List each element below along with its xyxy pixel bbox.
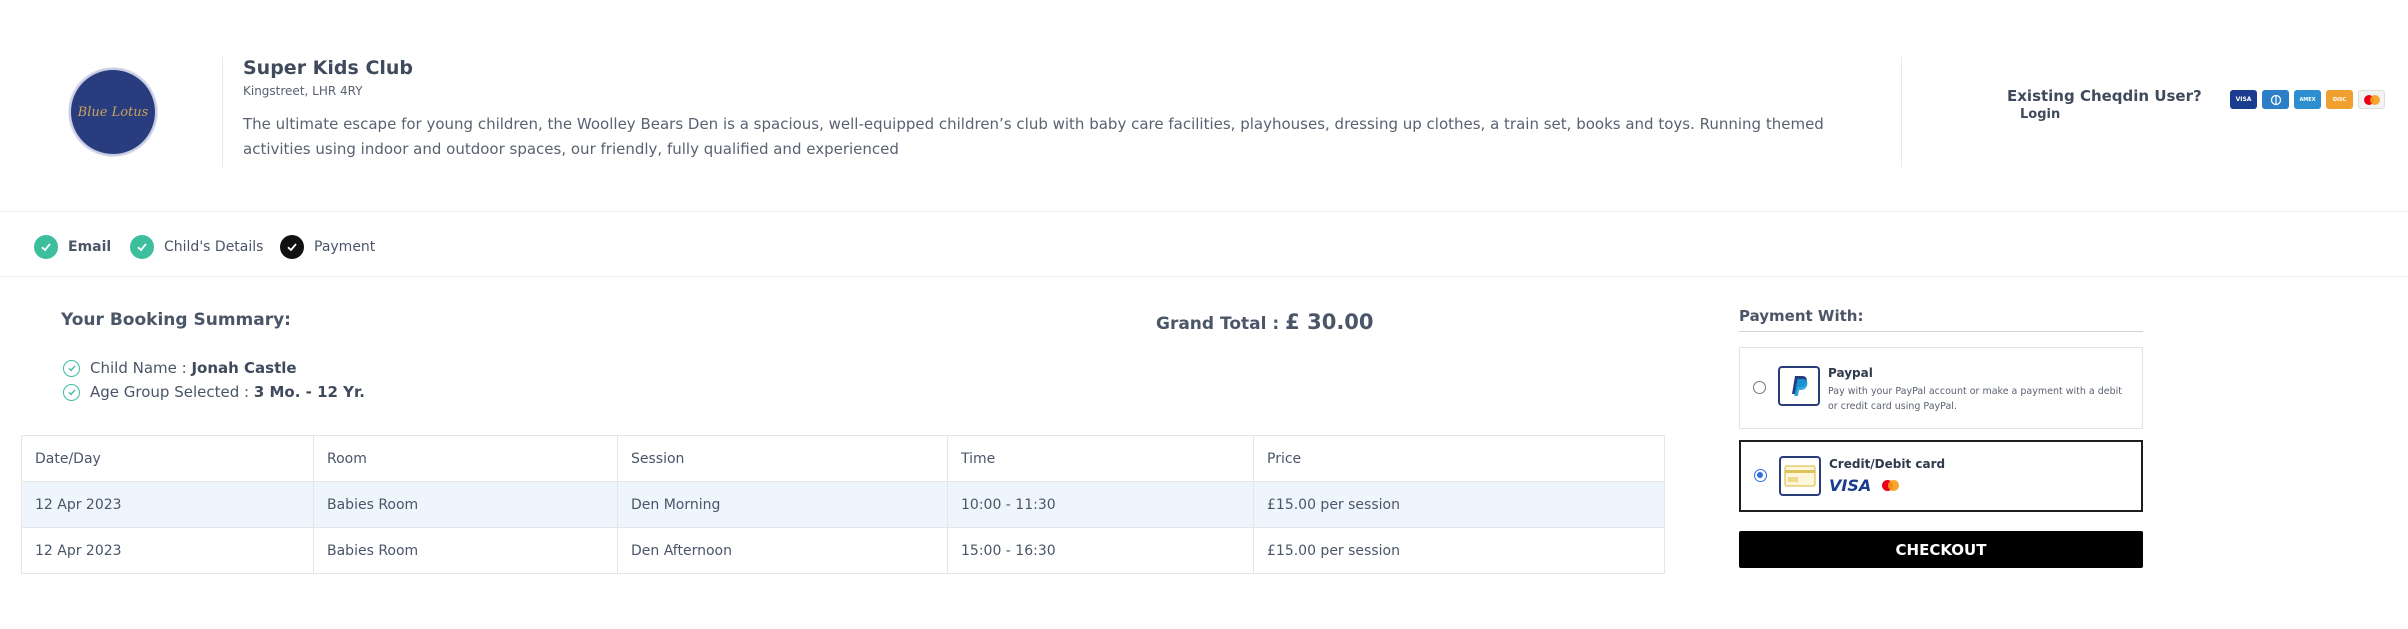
cell-time: 15:00 - 16:30 [947,527,1254,574]
paypal-label: Paypal [1828,366,1873,380]
age-group-label: Age Group Selected : [90,383,254,401]
cell-room: Babies Room [313,481,618,528]
mastercard-logo-icon [1882,480,1902,492]
club-description: The ultimate escape for young children, … [243,115,1824,158]
col-date: Date/Day [21,435,314,482]
table-row: 12 Apr 2023 Babies Room Den Morning 10:0… [21,481,1665,528]
col-price: Price [1253,435,1665,482]
col-time: Time [947,435,1254,482]
header-divider-right [1901,57,1902,167]
credit-card-icon [1779,456,1821,496]
col-room: Room [313,435,618,482]
header-divider-left [222,57,223,167]
booking-summary-title: Your Booking Summary: [61,310,291,330]
child-name-line: Child Name : Jonah Castle [63,359,297,377]
table-header-row: Date/Day Room Session Time Price [21,435,1665,482]
grand-total-value: £ 30.00 [1285,310,1374,334]
amex-card-icon: AMEX [2294,90,2321,109]
check-circle-icon [63,383,80,401]
club-logo: Blue Lotus [69,68,157,156]
cell-date: 12 Apr 2023 [21,481,314,528]
card-radio[interactable] [1754,469,1767,482]
mastercard-card-icon [2358,90,2385,109]
login-link[interactable]: Login [2020,107,2060,122]
check-icon [34,235,58,259]
paypal-description: Pay with your PayPal account or make a p… [1828,386,2123,412]
diners-card-icon [2262,90,2289,109]
grand-total: Grand Total : £ 30.00 [1156,310,1374,334]
cell-price: £15.00 per session [1253,481,1665,528]
visa-card-icon: VISA [2230,90,2257,109]
card-label: Credit/Debit card [1829,457,1946,471]
booking-table: Date/Day Room Session Time Price 12 Apr … [21,435,1665,574]
check-circle-icon [63,359,80,377]
child-name-value: Jonah Castle [191,359,297,377]
age-group-line: Age Group Selected : 3 Mo. - 12 Yr. [63,383,365,401]
cell-time: 10:00 - 11:30 [947,481,1254,528]
existing-user-prompt: Existing Cheqdin User? [2007,87,2202,105]
cell-session: Den Afternoon [617,527,948,574]
step-email-label: Email [68,239,112,255]
club-logo-text: Blue Lotus [77,104,149,120]
grand-total-label: Grand Total : [1156,314,1280,334]
col-session: Session [617,435,948,482]
club-header: Blue Lotus Super Kids Club Kingstreet, L… [0,0,2408,212]
cell-price: £15.00 per session [1253,527,1665,574]
accepted-cards: VISA AMEX DISC [2230,90,2385,109]
step-child-details-label: Child's Details [164,239,264,255]
cell-session: Den Morning [617,481,948,528]
payment-title-rule [1739,331,2143,332]
checkout-steps: Email Child's Details Payment [0,213,2408,277]
discover-card-icon: DISC [2326,90,2353,109]
check-icon [280,235,304,259]
checkout-button[interactable]: CHECKOUT [1739,531,2143,568]
cell-date: 12 Apr 2023 [21,527,314,574]
child-name-label: Child Name : [90,359,192,377]
club-address: Kingstreet, LHR 4RY [243,84,363,98]
payment-with-title: Payment With: [1739,307,1864,325]
age-group-value: 3 Mo. - 12 Yr. [253,383,366,401]
paypal-option[interactable]: Paypal Pay with your PayPal account or m… [1739,347,2143,429]
cell-room: Babies Room [313,527,618,574]
step-payment-label: Payment [314,239,376,255]
visa-logo-icon: VISA [1829,476,1872,495]
paypal-icon [1778,366,1820,406]
paypal-radio[interactable] [1753,381,1766,394]
step-payment[interactable]: Payment [280,235,375,259]
step-child-details[interactable]: Child's Details [130,235,263,259]
step-email[interactable]: Email [34,235,111,259]
club-name: Super Kids Club [243,57,414,79]
check-icon [130,235,154,259]
table-row: 12 Apr 2023 Babies Room Den Afternoon 15… [21,527,1665,574]
card-option[interactable]: Credit/Debit card VISA [1739,440,2143,512]
